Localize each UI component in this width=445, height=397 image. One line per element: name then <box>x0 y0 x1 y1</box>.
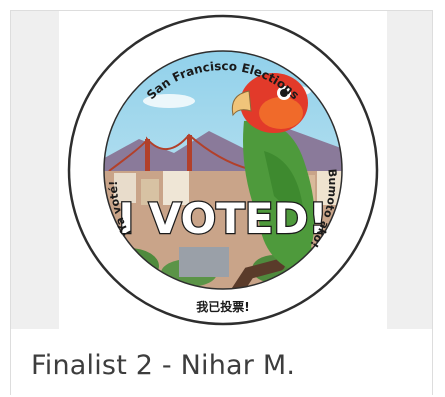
sticker-image-frame[interactable]: I VOTED! San Francisco Elections ¡Ya vot… <box>11 11 432 329</box>
finalist-caption: Finalist 2 - Nihar M. <box>31 350 296 381</box>
finalist-card[interactable]: I VOTED! San Francisco Elections ¡Ya vot… <box>10 10 433 395</box>
sticker-main-text: I VOTED! <box>118 194 327 243</box>
sticker-image-bg: I VOTED! San Francisco Elections ¡Ya vot… <box>59 11 387 329</box>
sticker-bottom-text: 我已投票! <box>196 299 249 314</box>
i-voted-sticker: I VOTED! San Francisco Elections ¡Ya vot… <box>67 14 379 326</box>
